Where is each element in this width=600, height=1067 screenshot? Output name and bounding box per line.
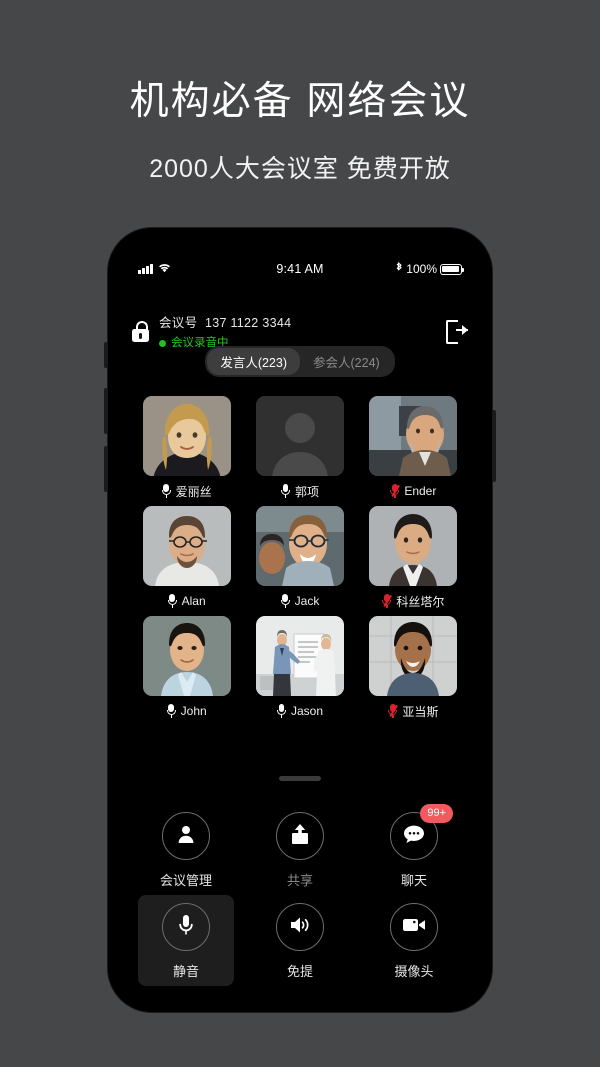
participant-cell[interactable]: Jack (243, 506, 356, 609)
participant-video-tile[interactable] (255, 506, 344, 586)
control-label: 摄像头 (394, 964, 434, 979)
participant-video-tile[interactable] (255, 396, 344, 476)
control-label: 共享 (286, 873, 313, 888)
participant-name: John (180, 704, 207, 718)
participant-name-row: 爱丽丝 (161, 483, 212, 499)
microphone-icon (178, 914, 194, 941)
control-row-primary: 会议管理 共享 99+ 聊天 (138, 804, 462, 895)
microphone-icon (276, 704, 286, 718)
microphone-icon (161, 484, 171, 498)
control-mute[interactable]: 静音 (138, 895, 234, 986)
control-label: 会议管理 (159, 873, 212, 888)
meeting-id-label: 会议号 (159, 316, 198, 330)
participant-video-tile[interactable] (142, 506, 231, 586)
control-chat[interactable]: 99+ 聊天 (366, 804, 462, 895)
person-icon (176, 824, 196, 849)
participant-name: Ender (404, 484, 437, 498)
participant-name: Alan (181, 594, 206, 608)
participant-name-row: Alan (167, 593, 206, 609)
phone-mockup: 9:41 AM 100% 会议号 137 1122 3344 会议录音中 发言人… (104, 228, 496, 1012)
control-label: 静音 (172, 964, 199, 979)
participant-name-row: 科丝塔尔 (382, 593, 444, 609)
control-circle[interactable] (276, 812, 324, 860)
microphone-icon (167, 594, 177, 608)
participant-video-tile[interactable] (142, 616, 231, 696)
control-meeting-management[interactable]: 会议管理 (138, 804, 234, 895)
participant-name: 亚当斯 (402, 704, 439, 719)
participant-name-row: Jason (276, 703, 323, 719)
microphone-muted-icon (390, 484, 400, 498)
participant-cell[interactable]: 科丝塔尔 (357, 506, 470, 609)
control-row-secondary: 静音 免提 摄像头 (138, 895, 462, 986)
participant-cell[interactable]: Alan (130, 506, 243, 609)
promo-header: 机构必备 网络会议 2000人大会议室 免费开放 (0, 0, 600, 185)
battery-percent-label: 100% (406, 262, 437, 276)
unlocked-padlock-icon[interactable] (132, 321, 149, 343)
promo-title: 机构必备 网络会议 (129, 80, 471, 123)
participant-cell[interactable]: 爱丽丝 (130, 396, 243, 499)
control-circle[interactable] (162, 903, 210, 951)
microphone-muted-icon (382, 594, 392, 608)
control-share[interactable]: 共享 (252, 804, 348, 895)
control-bar: 会议管理 共享 99+ 聊天 静音 免提 摄像头 (108, 804, 492, 986)
participant-video-tile[interactable] (255, 616, 344, 696)
phone-power-button[interactable] (492, 410, 496, 482)
participant-cell[interactable]: 郭项 (243, 396, 356, 499)
participant-grid: 爱丽丝 郭项 Ender Alan Jack 科丝塔尔 John Jason 亚… (108, 396, 492, 719)
sheet-drag-handle[interactable] (279, 776, 321, 781)
participant-name-row: 郭项 (280, 483, 319, 499)
participant-name: Jack (294, 594, 320, 608)
chat-unread-badge: 99+ (420, 804, 453, 823)
phone-screen: 9:41 AM 100% 会议号 137 1122 3344 会议录音中 发言人… (108, 228, 492, 1012)
control-speaker[interactable]: 免提 (252, 895, 348, 986)
participant-cell[interactable]: 亚当斯 (357, 616, 470, 719)
battery-full-icon (440, 263, 465, 275)
participant-name-row: Jack (280, 593, 320, 609)
participant-tabs: 发言人(223) 参会人(224) (108, 346, 492, 377)
microphone-icon (166, 704, 176, 718)
control-circle[interactable]: 99+ (390, 804, 453, 860)
video-camera-icon (402, 916, 426, 939)
participant-name-row: Ender (390, 483, 436, 499)
microphone-muted-icon (388, 704, 398, 718)
control-circle[interactable] (276, 903, 324, 951)
participant-video-tile[interactable] (142, 396, 231, 476)
share-upload-icon (290, 823, 310, 849)
participant-name-row: 亚当斯 (388, 703, 438, 719)
tab-speakers[interactable]: 发言人(223) (207, 348, 300, 375)
participant-name-row: John (166, 703, 207, 719)
participant-name: 科丝塔尔 (396, 594, 445, 609)
participant-video-tile[interactable] (369, 506, 458, 586)
meeting-id-value: 137 1122 3344 (204, 316, 292, 330)
participant-video-tile[interactable] (369, 396, 458, 476)
participant-name: Jason (290, 704, 323, 718)
control-label: 免提 (286, 964, 313, 979)
tab-attendees[interactable]: 参会人(224) (300, 348, 393, 375)
participant-name: 爱丽丝 (175, 484, 212, 499)
control-circle[interactable] (162, 812, 210, 860)
promo-subtitle: 2000人大会议室 免费开放 (149, 154, 451, 183)
control-circle[interactable] (390, 903, 438, 951)
meeting-id-line: 会议号 137 1122 3344 (159, 316, 291, 330)
bluetooth-icon (395, 261, 403, 277)
participant-cell[interactable]: Ender (357, 396, 470, 499)
chat-bubble-icon (403, 824, 425, 849)
control-camera[interactable]: 摄像头 (366, 895, 462, 986)
control-label: 聊天 (400, 873, 427, 888)
exit-door-icon[interactable] (446, 319, 468, 344)
participant-video-tile[interactable] (369, 616, 458, 696)
microphone-icon (280, 484, 290, 498)
status-bar: 9:41 AM 100% (108, 258, 492, 280)
microphone-icon (280, 594, 290, 608)
participant-cell[interactable]: Jason (243, 616, 356, 719)
speaker-icon (289, 915, 311, 940)
participant-cell[interactable]: John (130, 616, 243, 719)
participant-name: 郭项 (294, 484, 319, 499)
status-bar-right: 100% (395, 261, 465, 277)
